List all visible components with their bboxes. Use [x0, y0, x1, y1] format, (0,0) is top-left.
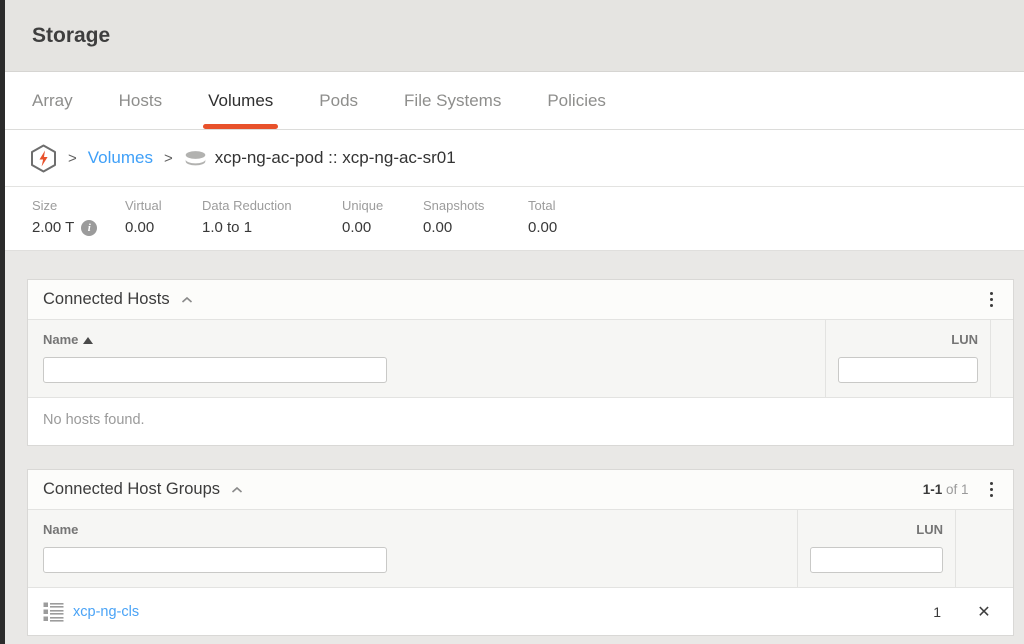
connected-host-groups-panel: Connected Host Groups 1-1 of 1 Name	[27, 469, 1014, 636]
stat-value: 1.0 to 1	[202, 219, 342, 236]
main-content: Storage Array Hosts Volumes Pods File Sy…	[5, 0, 1024, 636]
volume-disk-icon	[184, 150, 207, 167]
pagination-range: 1-1	[923, 482, 943, 497]
sidebar-edge	[0, 0, 5, 644]
table-row: xcp-ng-cls 1 ✕	[28, 588, 1013, 635]
connected-hosts-table-head: Name LUN	[28, 319, 1013, 398]
breadcrumb-current-label: xcp-ng-ac-pod :: xcp-ng-ac-sr01	[215, 148, 456, 168]
lun-column: LUN	[825, 320, 990, 397]
page-body: Connected Hosts Name LUN No	[5, 251, 1024, 636]
stat-value: 0.00	[423, 219, 528, 236]
stat-label: Size	[32, 198, 125, 213]
stat-snapshots: Snapshots 0.00	[423, 198, 528, 250]
action-column-spacer	[955, 510, 1013, 587]
stat-label: Snapshots	[423, 198, 528, 213]
stat-label: Unique	[342, 198, 423, 213]
action-column-spacer	[990, 320, 1013, 397]
tab-pods[interactable]: Pods	[319, 72, 358, 129]
groups-lun-filter-input[interactable]	[810, 547, 943, 573]
breadcrumb-volumes-link[interactable]: Volumes	[88, 148, 153, 168]
breadcrumb-current: xcp-ng-ac-pod :: xcp-ng-ac-sr01	[184, 148, 456, 168]
tab-hosts[interactable]: Hosts	[119, 72, 162, 129]
groups-name-filter-input[interactable]	[43, 547, 387, 573]
breadcrumb-separator: >	[68, 150, 77, 167]
tab-bar: Array Hosts Volumes Pods File Systems Po…	[5, 72, 1024, 130]
disconnect-x-icon[interactable]: ✕	[977, 602, 990, 622]
connected-hosts-panel: Connected Hosts Name LUN No	[27, 279, 1014, 446]
stat-total: Total 0.00	[528, 198, 557, 250]
name-column: Name	[28, 510, 797, 587]
host-group-link[interactable]: xcp-ng-cls	[73, 604, 139, 620]
stat-value: 0.00	[528, 219, 557, 236]
lun-column-header[interactable]: LUN	[951, 332, 978, 347]
page-title: Storage	[32, 24, 110, 48]
name-column: Name	[28, 320, 825, 397]
array-hexagon-bolt-icon[interactable]	[30, 144, 57, 173]
tab-array[interactable]: Array	[32, 72, 73, 129]
hosts-empty-message: No hosts found.	[28, 398, 1013, 445]
info-icon[interactable]: i	[81, 220, 97, 236]
name-column-header[interactable]: Name	[43, 522, 78, 537]
stat-value: 0.00	[342, 219, 423, 236]
stat-label: Virtual	[125, 198, 202, 213]
kebab-menu-icon[interactable]	[985, 479, 999, 501]
page-header: Storage	[5, 0, 1024, 72]
host-group-icon	[43, 601, 64, 623]
lun-column-header[interactable]: LUN	[916, 522, 943, 537]
tab-policies[interactable]: Policies	[547, 72, 606, 129]
host-group-action-cell: ✕	[955, 602, 1013, 622]
chevron-up-icon[interactable]	[181, 296, 193, 304]
stat-label: Total	[528, 198, 557, 213]
connected-hosts-header: Connected Hosts	[28, 280, 1013, 319]
pagination: 1-1 of 1	[923, 482, 969, 497]
sort-ascending-icon[interactable]	[83, 337, 93, 344]
volume-stats: Size 2.00 T i Virtual 0.00 Data Reductio…	[5, 187, 1024, 251]
panel-title: Connected Host Groups	[43, 480, 220, 499]
chevron-up-icon[interactable]	[231, 486, 243, 494]
stat-unique: Unique 0.00	[342, 198, 423, 250]
lun-column: LUN	[797, 510, 955, 587]
stat-value: 0.00	[125, 219, 202, 236]
hosts-name-filter-input[interactable]	[43, 357, 387, 383]
connected-host-groups-header: Connected Host Groups 1-1 of 1	[28, 470, 1013, 509]
breadcrumb-separator: >	[164, 150, 173, 167]
connected-host-groups-table-head: Name LUN	[28, 509, 1013, 588]
hosts-lun-filter-input[interactable]	[838, 357, 978, 383]
panel-title: Connected Hosts	[43, 290, 170, 309]
stat-data-reduction: Data Reduction 1.0 to 1	[202, 198, 342, 250]
stat-label: Data Reduction	[202, 198, 342, 213]
host-group-lun-value: 1	[797, 604, 955, 620]
name-column-header[interactable]: Name	[43, 332, 78, 347]
stat-value: 2.00 T	[32, 219, 74, 236]
breadcrumb: > Volumes > xcp-ng-ac-pod :: xcp-ng-ac-s…	[5, 130, 1024, 187]
tab-volumes[interactable]: Volumes	[208, 72, 273, 129]
tab-file-systems[interactable]: File Systems	[404, 72, 501, 129]
pagination-total: of 1	[946, 482, 969, 497]
stat-size: Size 2.00 T i	[32, 198, 125, 250]
stat-virtual: Virtual 0.00	[125, 198, 202, 250]
kebab-menu-icon[interactable]	[985, 289, 999, 311]
host-group-name-cell: xcp-ng-cls	[28, 601, 797, 623]
